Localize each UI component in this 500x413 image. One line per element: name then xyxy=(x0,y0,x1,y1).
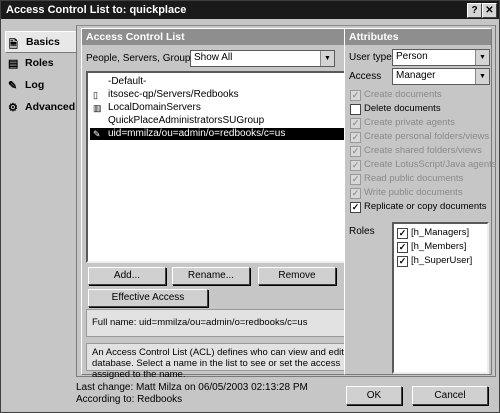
acl-help-text: An Access Control List (ACL) defines who… xyxy=(86,343,380,380)
list-item-selected[interactable]: ✎ uid=mmilza/ou=admin/o=redbooks/c=us xyxy=(90,128,376,140)
acl-group: Access Control List People, Servers, Gro… xyxy=(81,28,385,380)
role-label: [h_Members] xyxy=(411,241,467,252)
checkbox-box xyxy=(350,104,361,115)
ok-button[interactable]: OK xyxy=(346,386,402,405)
create-lotusscript-agents-checkbox: ✓ Create LotusScript/Java agents xyxy=(350,159,500,172)
chevron-down-icon: ▼ xyxy=(475,69,489,84)
delete-documents-checkbox[interactable]: Delete documents xyxy=(350,103,500,116)
chevron-down-icon: ▼ xyxy=(475,50,489,65)
filter-select-value: Show All xyxy=(194,52,233,63)
checkbox-label: Create documents xyxy=(364,89,442,100)
full-name-display: Full name: uid=mmilza/ou=admin/o=redbook… xyxy=(86,309,380,337)
chevron-down-icon: ▼ xyxy=(320,51,334,66)
create-documents-checkbox: ✓ Create documents xyxy=(350,89,500,102)
list-item[interactable]: -Default- xyxy=(90,76,376,88)
filter-select[interactable]: Show All ▼ xyxy=(190,50,335,67)
advanced-icon: ⚙ xyxy=(8,102,18,114)
according-to-text: According to: Redbooks xyxy=(76,394,183,405)
entry-name: QuickPlaceAdministratorsSUGroup xyxy=(108,115,265,126)
checkbox-box: ✓ xyxy=(350,174,361,185)
tab-log[interactable]: ✎ Log xyxy=(5,75,75,95)
access-label: Access xyxy=(349,71,382,82)
log-icon: ✎ xyxy=(8,80,18,92)
create-personal-folders-checkbox: ✓ Create personal folders/views xyxy=(350,131,500,144)
roles-icon: ▤ xyxy=(8,58,19,70)
user-type-label: User type xyxy=(349,52,392,63)
tab-basics[interactable]: 🗎 Basics xyxy=(5,31,76,53)
checkbox-box: ✓ xyxy=(350,90,361,101)
tab-advanced[interactable]: ⚙ Advanced xyxy=(5,97,75,117)
role-label: [h_Managers] xyxy=(411,227,470,238)
entry-name: -Default- xyxy=(108,76,147,87)
tab-basics-label: Basics xyxy=(26,36,60,48)
user-type-value: Person xyxy=(396,51,428,62)
checkbox-label: Create private agents xyxy=(364,117,455,128)
write-public-documents-checkbox: ✓ Write public documents xyxy=(350,187,500,200)
access-select[interactable]: Manager ▼ xyxy=(392,68,490,85)
role-label: [h_SuperUser] xyxy=(411,255,473,266)
checkbox-box: ✓ xyxy=(350,118,361,129)
checkbox-box: ✓ xyxy=(350,132,361,143)
last-change-text: Last change: Matt Milza on 06/05/2003 02… xyxy=(76,382,308,393)
rename-button[interactable]: Rename... xyxy=(172,267,250,285)
tab-advanced-label: Advanced xyxy=(25,101,76,113)
person-icon: ✎ xyxy=(93,129,101,139)
attributes-group: Attributes User type Person ▼ Access Man… xyxy=(344,28,497,375)
read-public-documents-checkbox: ✓ Read public documents xyxy=(350,173,500,186)
acl-entry-list[interactable]: -Default- ▯ itsosec-qp/Servers/Redbooks … xyxy=(86,71,380,263)
checkbox-label: Create personal folders/views xyxy=(364,131,490,142)
add-button[interactable]: Add... xyxy=(88,267,166,285)
tab-log-label: Log xyxy=(25,79,45,91)
close-button[interactable]: ✕ xyxy=(482,3,497,18)
user-type-select[interactable]: Person ▼ xyxy=(392,49,490,66)
checkbox-label: Replicate or copy documents xyxy=(364,201,487,212)
list-item[interactable]: ▥ LocalDomainServers xyxy=(90,102,376,114)
checkbox-box: ✓ xyxy=(397,256,408,267)
roles-label: Roles xyxy=(349,226,375,237)
checkbox-box: ✓ xyxy=(350,188,361,199)
sidebar: 🗎 Basics ▤ Roles ✎ Log ⚙ Advanced xyxy=(5,27,76,372)
checkbox-label: Delete documents xyxy=(364,103,441,114)
help-button[interactable]: ? xyxy=(467,3,482,18)
list-item[interactable]: QuickPlaceAdministratorsSUGroup xyxy=(90,115,376,127)
effective-access-button[interactable]: Effective Access xyxy=(88,289,208,307)
title-bar: Access Control List to: quickplace ? ✕ xyxy=(1,1,499,19)
replicate-documents-checkbox[interactable]: ✓ Replicate or copy documents xyxy=(350,201,500,214)
checkbox-box: ✓ xyxy=(350,160,361,171)
checkbox-box: ✓ xyxy=(397,242,408,253)
access-value: Manager xyxy=(396,70,436,81)
server-group-icon: ▥ xyxy=(93,103,102,113)
server-icon: ▯ xyxy=(93,90,98,100)
acl-dialog: Access Control List to: quickplace ? ✕ 🗎… xyxy=(0,0,500,413)
privilege-options: ✓ Create documents Delete documents ✓ Crea… xyxy=(350,89,497,219)
checkbox-label: Create LotusScript/Java agents xyxy=(364,159,497,170)
checkbox-label: Write public documents xyxy=(364,187,463,198)
create-private-agents-checkbox: ✓ Create private agents xyxy=(350,117,500,130)
checkbox-label: Read public documents xyxy=(364,173,464,184)
create-shared-folders-checkbox: ✓ Create shared folders/views xyxy=(350,145,500,158)
checkbox-label: Create shared folders/views xyxy=(364,145,482,156)
checkbox-box: ✓ xyxy=(350,202,361,213)
remove-button[interactable]: Remove xyxy=(258,267,336,285)
list-item[interactable]: ▯ itsosec-qp/Servers/Redbooks xyxy=(90,89,376,101)
entry-name: itsosec-qp/Servers/Redbooks xyxy=(108,89,239,100)
window-title: Access Control List to: quickplace xyxy=(6,4,187,16)
tab-roles-label: Roles xyxy=(25,57,54,69)
roles-list[interactable]: ✓ [h_Managers] ✓ [h_Members] ✓ [h_SuperUser… xyxy=(392,222,489,374)
checkbox-box: ✓ xyxy=(397,228,408,239)
attributes-header: Attributes xyxy=(345,29,491,45)
entry-name: LocalDomainServers xyxy=(108,102,201,113)
filter-label: People, Servers, Groups xyxy=(86,53,196,64)
checkbox-box: ✓ xyxy=(350,146,361,157)
tab-roles[interactable]: ▤ Roles xyxy=(5,53,75,73)
cancel-button[interactable]: Cancel xyxy=(412,386,488,405)
acl-header: Access Control List xyxy=(82,29,384,45)
entry-name: uid=mmilza/ou=admin/o=redbooks/c=us xyxy=(108,128,286,139)
